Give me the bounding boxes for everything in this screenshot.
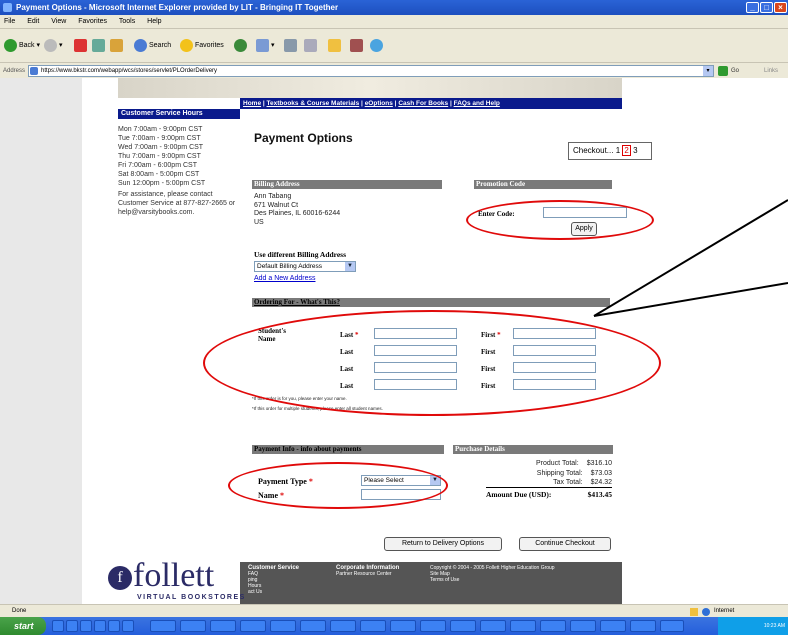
taskbar-item[interactable] <box>150 620 176 632</box>
taskbar-item[interactable] <box>270 620 296 632</box>
clock: 10:23 AM <box>763 623 785 629</box>
system-tray: 10:23 AM <box>718 617 788 635</box>
taskbar-item[interactable] <box>510 620 536 632</box>
taskbar-item[interactable] <box>360 620 386 632</box>
taskbar-item[interactable] <box>630 620 656 632</box>
taskbar-item[interactable] <box>540 620 566 632</box>
quicklaunch-icon[interactable] <box>80 620 92 632</box>
taskbar-item[interactable] <box>480 620 506 632</box>
status-bar: Done Internet <box>0 604 788 617</box>
taskbar-item[interactable] <box>660 620 684 632</box>
taskbar-item[interactable] <box>570 620 596 632</box>
start-button[interactable]: start <box>0 617 46 635</box>
taskbar-item[interactable] <box>420 620 446 632</box>
taskbar-item[interactable] <box>300 620 326 632</box>
quicklaunch-icon[interactable] <box>66 620 78 632</box>
taskbar-item[interactable] <box>210 620 236 632</box>
taskbar-item[interactable] <box>330 620 356 632</box>
quicklaunch-icon[interactable] <box>94 620 106 632</box>
taskbar-item[interactable] <box>600 620 626 632</box>
quicklaunch-icon[interactable] <box>122 620 134 632</box>
annotation-arrows <box>593 199 788 317</box>
taskbar-item[interactable] <box>180 620 206 632</box>
quicklaunch-icon[interactable] <box>108 620 120 632</box>
taskbar: start 10:23 AM <box>0 617 788 635</box>
taskbar-item[interactable] <box>390 620 416 632</box>
status-text: Done <box>12 608 27 614</box>
taskbar-item[interactable] <box>240 620 266 632</box>
taskbar-item[interactable] <box>450 620 476 632</box>
lock-icon <box>690 608 698 616</box>
quicklaunch-icon[interactable] <box>52 620 64 632</box>
globe-icon <box>702 608 710 616</box>
